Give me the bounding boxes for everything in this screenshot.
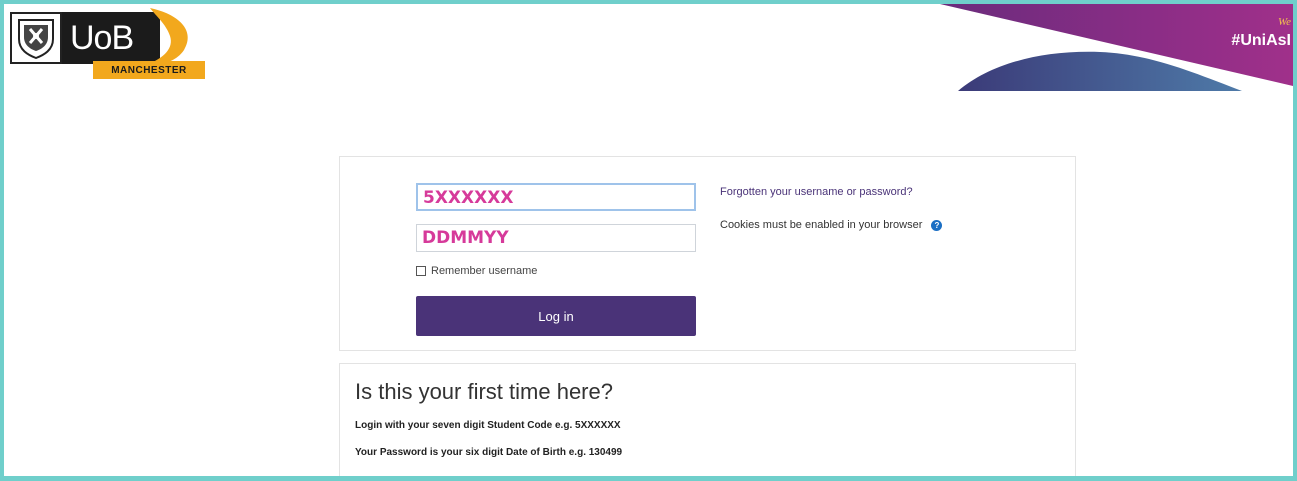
banner-hashtag: #UniAsI <box>1231 32 1291 49</box>
first-time-panel: Is this your first time here? Login with… <box>339 363 1076 481</box>
student-code-instruction: Login with your seven digit Student Code… <box>355 420 621 431</box>
login-panel: 5XXXXXX DDMMYY Remember username Log in … <box>339 156 1076 351</box>
crest-icon <box>10 12 62 64</box>
forgot-password-link[interactable]: Forgotten your username or password? <box>720 186 913 198</box>
remember-username-label: Remember username <box>431 265 538 277</box>
password-instruction: Your Password is your six digit Date of … <box>355 447 623 458</box>
cookies-notice: Cookies must be enabled in your browser … <box>720 219 943 231</box>
header-banner-graphic <box>940 4 1293 91</box>
logo-swoosh-icon <box>148 8 188 65</box>
university-logo[interactable]: UoB MANCHESTER <box>10 6 205 80</box>
cookies-notice-text: Cookies must be enabled in your browser <box>720 219 923 231</box>
help-icon[interactable]: ? <box>931 219 943 231</box>
login-button[interactable]: Log in <box>416 296 696 336</box>
remember-username-checkbox[interactable] <box>416 266 426 276</box>
first-time-heading: Is this your first time here? <box>355 379 613 404</box>
logo-city-tag: MANCHESTER <box>93 61 205 79</box>
banner-script-text: We <box>1277 16 1291 28</box>
username-input[interactable]: 5XXXXXX <box>416 183 696 211</box>
password-input[interactable]: DDMMYY <box>416 224 696 252</box>
remember-username-option[interactable]: Remember username <box>416 265 537 277</box>
